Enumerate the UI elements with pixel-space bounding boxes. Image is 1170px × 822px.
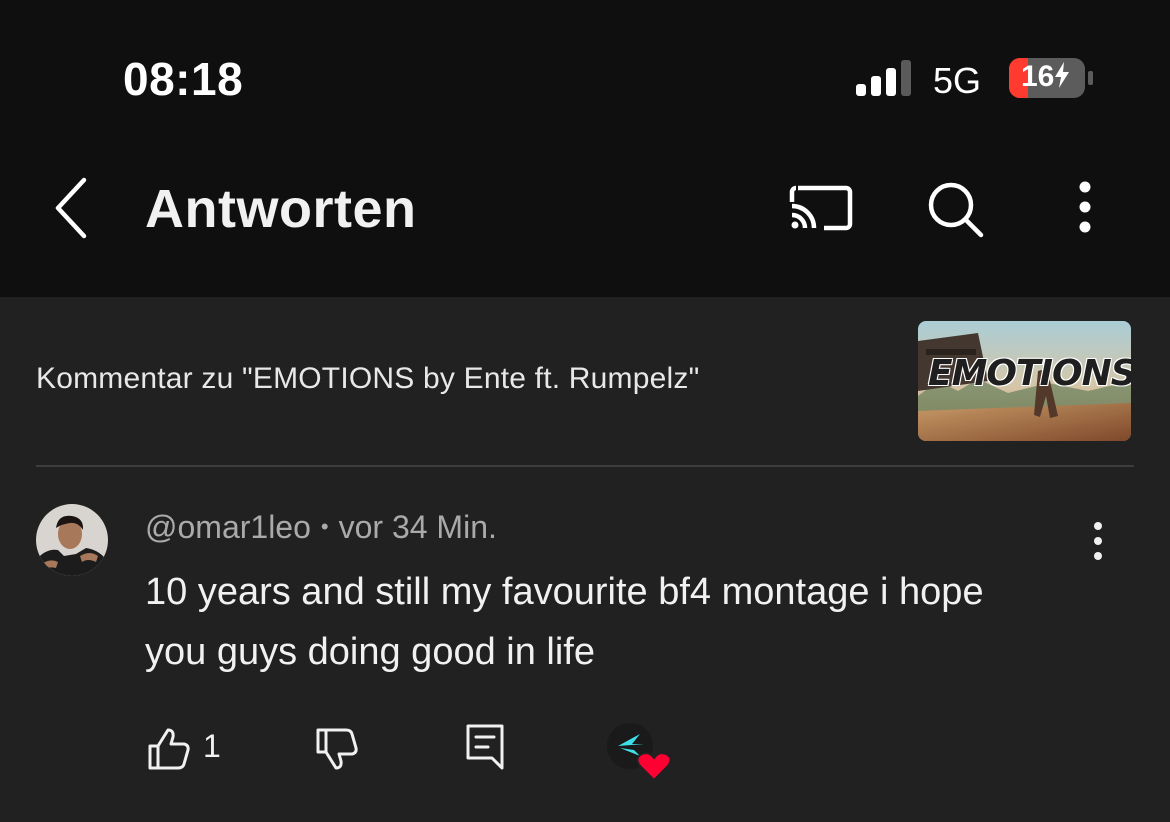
avatar[interactable] bbox=[36, 504, 108, 576]
dislike-icon[interactable] bbox=[314, 726, 360, 772]
comment-context-label[interactable]: Kommentar zu "EMOTIONS by Ente ft. Rumpe… bbox=[36, 362, 699, 396]
divider bbox=[36, 465, 1134, 467]
comment-more-icon[interactable] bbox=[1084, 520, 1112, 564]
reply-icon[interactable] bbox=[464, 722, 508, 772]
meta-separator: • bbox=[320, 514, 329, 539]
network-type: 5G bbox=[933, 60, 982, 101]
avatar-image bbox=[36, 504, 108, 576]
comment-text: 10 years and still my favourite bf4 mont… bbox=[145, 571, 984, 673]
video-thumbnail[interactable]: EMOTIONS bbox=[918, 321, 1131, 441]
like-count: 1 bbox=[203, 728, 221, 764]
more-vertical-icon[interactable] bbox=[1070, 180, 1100, 236]
search-icon[interactable] bbox=[924, 178, 986, 240]
battery-level: 16 bbox=[1021, 60, 1070, 94]
status-time: 08:18 bbox=[123, 53, 244, 105]
thumbnail-title-text: EMOTIONS bbox=[928, 353, 1131, 394]
comment-author[interactable]: @omar1leo bbox=[145, 509, 311, 545]
back-icon[interactable] bbox=[48, 172, 96, 244]
cellular-signal-icon bbox=[856, 60, 911, 96]
comment-timestamp: vor 34 Min. bbox=[338, 509, 497, 545]
page-title: Antworten bbox=[145, 179, 417, 239]
battery-percent: 16 bbox=[1021, 60, 1055, 93]
cast-icon[interactable] bbox=[788, 180, 854, 236]
charging-bolt-icon bbox=[1055, 62, 1070, 88]
creator-heart-icon bbox=[607, 723, 672, 782]
like-icon[interactable] bbox=[146, 726, 192, 772]
comment-meta: @omar1leo • vor 34 Min. bbox=[145, 509, 497, 546]
